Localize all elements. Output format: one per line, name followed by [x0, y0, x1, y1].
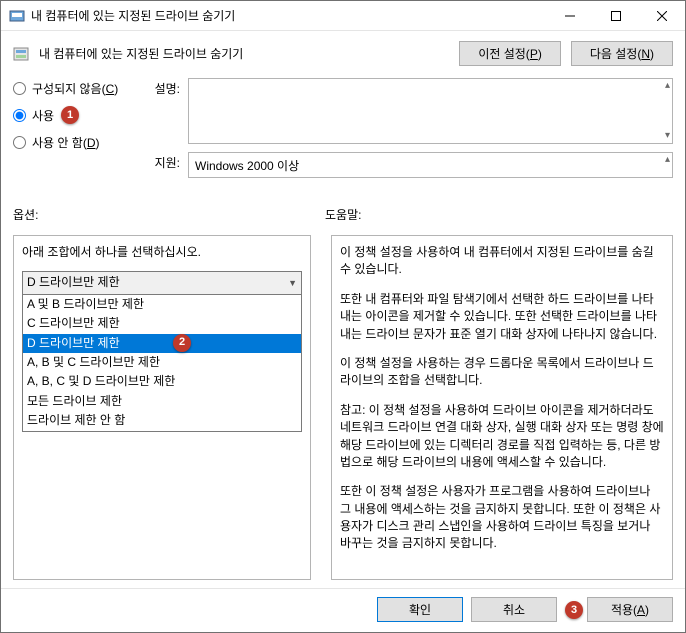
- cancel-button[interactable]: 취소: [471, 597, 557, 622]
- prev-setting-button[interactable]: 이전 설정(P): [459, 41, 561, 66]
- radio-disabled[interactable]: 사용 안 함(D): [13, 134, 138, 151]
- help-paragraph: 이 정책 설정을 사용하여 내 컴퓨터에서 지정된 드라이브를 숨길 수 있습니…: [340, 244, 664, 279]
- policy-icon: [13, 46, 29, 62]
- section-labels: 옵션: 도움말:: [1, 188, 685, 225]
- help-panel: 이 정책 설정을 사용하여 내 컴퓨터에서 지정된 드라이브를 숨길 수 있습니…: [331, 235, 673, 580]
- help-paragraph: 또한 이 정책 설정은 사용자가 프로그램을 사용하여 드라이브나 그 내용에 …: [340, 483, 664, 553]
- minimize-button[interactable]: [547, 1, 593, 31]
- badge-2: 2: [173, 334, 191, 352]
- window-title: 내 컴퓨터에 있는 지정된 드라이브 숨기기: [31, 7, 547, 24]
- header-row: 내 컴퓨터에 있는 지정된 드라이브 숨기기 이전 설정(P) 다음 설정(N): [1, 31, 685, 70]
- radio-enabled[interactable]: 사용 1: [13, 107, 138, 124]
- maximize-button[interactable]: [593, 1, 639, 31]
- help-label: 도움말:: [325, 206, 361, 223]
- list-item[interactable]: 모든 드라이브 제한: [23, 392, 301, 411]
- scroll-up-icon[interactable]: ▴: [665, 155, 670, 165]
- panels-row: 아래 조합에서 하나를 선택하십시오. D 드라이브만 제한 ▼ A 및 B 드…: [1, 225, 685, 588]
- description-box[interactable]: ▴ ▾: [188, 78, 673, 144]
- list-item[interactable]: C 드라이브만 제한: [23, 314, 301, 333]
- help-paragraph: 이 정책 설정을 사용하는 경우 드롭다운 목록에서 드라이브나 드라이브의 조…: [340, 355, 664, 390]
- support-label: 지원:: [150, 152, 180, 171]
- apply-button[interactable]: 적용(A): [587, 597, 673, 622]
- combo-selected: D 드라이브만 제한: [27, 274, 120, 291]
- config-row: 구성되지 않음(C) 사용 1 사용 안 함(D) 설명: ▴ ▾ 지원: Wi…: [1, 70, 685, 188]
- chevron-down-icon: ▼: [288, 277, 297, 290]
- support-value: Windows 2000 이상: [195, 157, 299, 174]
- list-item[interactable]: A, B 및 C 드라이브만 제한: [23, 353, 301, 372]
- next-setting-button[interactable]: 다음 설정(N): [571, 41, 673, 66]
- drive-listbox[interactable]: A 및 B 드라이브만 제한C 드라이브만 제한D 드라이브만 제한2A, B …: [22, 295, 302, 432]
- policy-title: 내 컴퓨터에 있는 지정된 드라이브 숨기기: [39, 45, 449, 62]
- scroll-down-icon[interactable]: ▾: [665, 131, 670, 141]
- ok-button[interactable]: 확인: [377, 597, 463, 622]
- help-paragraph: 참고: 이 정책 설정을 사용하여 드라이브 아이콘을 제거하더라도 네트워크 …: [340, 402, 664, 472]
- badge-3: 3: [565, 601, 583, 619]
- description-label: 설명:: [150, 78, 180, 97]
- scroll-up-icon[interactable]: ▴: [665, 81, 670, 91]
- title-bar: 내 컴퓨터에 있는 지정된 드라이브 숨기기: [1, 1, 685, 31]
- close-button[interactable]: [639, 1, 685, 31]
- options-instruction: 아래 조합에서 하나를 선택하십시오.: [22, 244, 302, 261]
- app-icon: [9, 8, 25, 24]
- list-item[interactable]: A, B, C 및 D 드라이브만 제한: [23, 372, 301, 391]
- options-label: 옵션:: [13, 206, 325, 223]
- list-item[interactable]: A 및 B 드라이브만 제한: [23, 295, 301, 314]
- radio-not-configured[interactable]: 구성되지 않음(C): [13, 80, 138, 97]
- list-item[interactable]: 드라이브 제한 안 함: [23, 411, 301, 430]
- state-radios: 구성되지 않음(C) 사용 1 사용 안 함(D): [13, 78, 138, 186]
- drive-combo[interactable]: D 드라이브만 제한 ▼: [22, 271, 302, 294]
- help-paragraph: 또한 내 컴퓨터와 파일 탐색기에서 선택한 하드 드라이브를 나타내는 아이콘…: [340, 291, 664, 343]
- list-item[interactable]: D 드라이브만 제한2: [23, 334, 301, 353]
- badge-1: 1: [61, 106, 79, 124]
- options-panel: 아래 조합에서 하나를 선택하십시오. D 드라이브만 제한 ▼ A 및 B 드…: [13, 235, 311, 580]
- footer: 확인 취소 3 적용(A): [1, 588, 685, 632]
- support-box: Windows 2000 이상 ▴: [188, 152, 673, 178]
- fields-column: 설명: ▴ ▾ 지원: Windows 2000 이상 ▴: [150, 78, 673, 186]
